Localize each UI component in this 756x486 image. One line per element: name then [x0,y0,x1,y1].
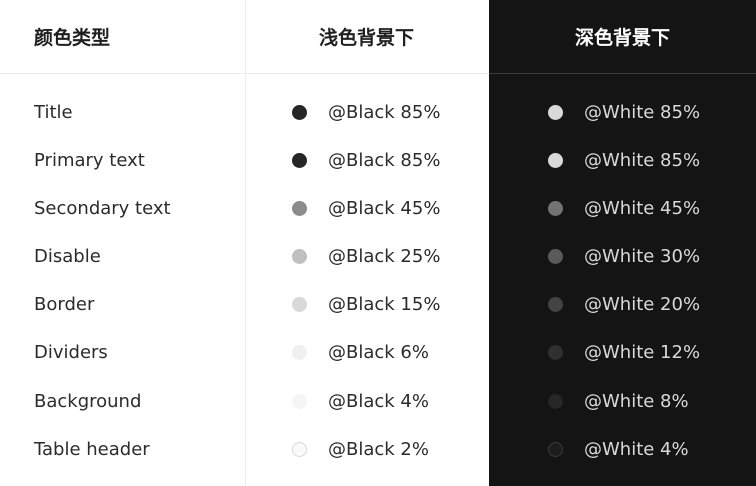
color-swatch-dot [548,393,563,409]
color-swatch-dot [548,104,563,120]
light-value-text: @Black 85% [328,149,441,171]
color-type-label: Primary text [34,149,145,171]
color-swatch-dot [292,393,307,409]
dark-value-text: @White 30% [584,246,701,268]
header-light-background: 浅色背景下 [318,27,414,49]
dark-value-text: @White 8% [584,390,689,412]
color-swatch-dot [548,345,563,361]
color-type-label: Secondary text [34,197,171,219]
light-value-cell: @Black 85% [292,88,440,136]
table-body: Title @Black 85% @White 85% Primary text… [0,88,756,474]
color-type-label: Border [34,294,95,316]
color-swatch-dot [292,152,307,168]
light-value-cell: @Black 4% [292,377,429,425]
color-swatch-dot [548,297,563,313]
table-row: Primary text @Black 85% @White 85% [0,136,756,184]
dark-value-text: @White 4% [584,438,689,460]
color-swatch-dot [292,249,307,265]
light-value-cell: @Black 2% [292,425,429,473]
color-swatch-dot [548,441,563,457]
light-value-cell: @Black 85% [292,136,440,184]
header-divider-dark [489,73,756,74]
light-value-text: @Black 2% [328,438,429,460]
dark-value-text: @White 85% [584,101,701,123]
dark-value-text: @White 45% [584,197,701,219]
color-swatch-dot [548,152,563,168]
color-type-label: Table header [34,438,150,460]
color-swatch-dot [292,345,307,361]
header-divider [0,73,489,74]
light-value-cell: @Black 6% [292,329,429,377]
light-value-text: @Black 85% [328,101,441,123]
dark-value-cell: @White 8% [548,377,689,425]
color-type-label: Disable [34,246,101,268]
table-row: Border @Black 15% @White 20% [0,281,756,329]
color-swatch-dot [292,441,307,457]
color-swatch-dot [292,297,307,313]
dark-value-text: @White 85% [584,149,701,171]
light-value-text: @Black 6% [328,342,429,364]
dark-value-cell: @White 45% [548,184,700,232]
table-row: Background @Black 4% @White 8% [0,377,756,425]
light-value-text: @Black 25% [328,246,441,268]
light-value-cell: @Black 25% [292,233,440,281]
light-value-cell: @Black 45% [292,184,440,232]
dark-value-cell: @White 20% [548,281,700,329]
light-value-text: @Black 4% [328,390,429,412]
table-row: Title @Black 85% @White 85% [0,88,756,136]
light-value-text: @Black 15% [328,294,441,316]
light-value-text: @Black 45% [328,197,441,219]
dark-value-cell: @White 4% [548,425,689,473]
color-type-label: Title [34,101,73,123]
dark-value-cell: @White 85% [548,136,700,184]
table-row: Secondary text @Black 45% @White 45% [0,184,756,232]
color-type-label: Background [34,390,142,412]
dark-value-text: @White 12% [584,342,701,364]
table-row: Disable @Black 25% @White 30% [0,233,756,281]
color-swatch-dot [548,249,563,265]
header-dark-background: 深色背景下 [574,27,670,49]
light-value-cell: @Black 15% [292,281,440,329]
dark-value-cell: @White 30% [548,233,700,281]
dark-value-text: @White 20% [584,294,701,316]
color-swatch-dot [292,104,307,120]
dark-value-cell: @White 85% [548,88,700,136]
color-type-label: Dividers [34,342,108,364]
color-swatch-dot [548,200,563,216]
table-row: Table header @Black 2% @White 4% [0,425,756,473]
table-row: Dividers @Black 6% @White 12% [0,329,756,377]
header-color-type: 颜色类型 [34,27,111,49]
color-spec-table: 颜色类型 浅色背景下 深色背景下 Title @Black 85% @White… [0,0,756,486]
dark-value-cell: @White 12% [548,329,700,377]
color-swatch-dot [292,200,307,216]
